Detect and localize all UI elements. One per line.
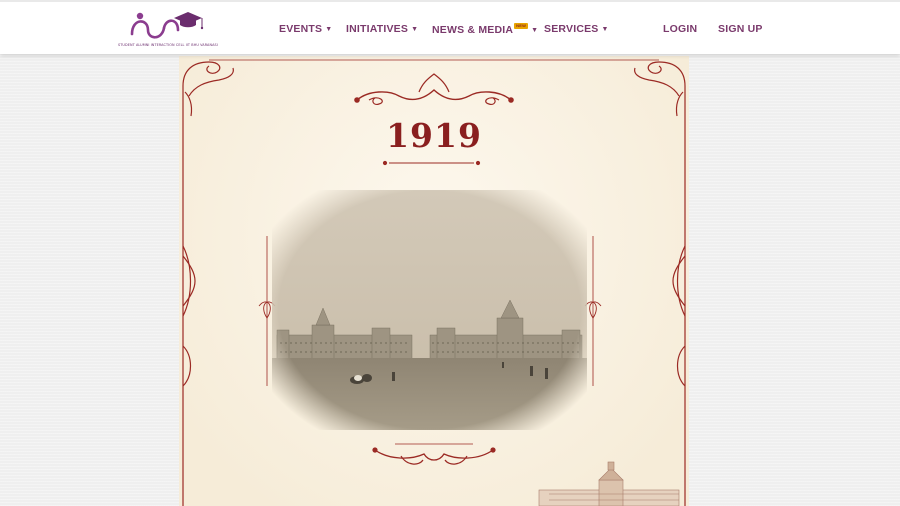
nav-services[interactable]: SERVICES ▼ bbox=[544, 23, 609, 35]
signup-link[interactable]: SIGN UP bbox=[718, 23, 763, 35]
historic-building-photo-icon bbox=[272, 190, 587, 430]
nav-news-media[interactable]: NEWS & MEDIA NEW▼ bbox=[432, 23, 538, 36]
nav-initiatives-label: INITIATIVES bbox=[346, 23, 409, 35]
alumni-graduation-cap-logo-icon bbox=[130, 12, 204, 39]
site-logo[interactable]: STUDENT ALUMNI INTERACTION CELL IIT BHU … bbox=[118, 8, 218, 52]
year-heading: 1919 bbox=[386, 116, 482, 155]
top-navbar: STUDENT ALUMNI INTERACTION CELL IIT BHU … bbox=[0, 0, 900, 54]
chevron-down-icon: ▼ bbox=[531, 27, 539, 34]
nav-services-label: SERVICES bbox=[544, 23, 599, 35]
login-link[interactable]: LOGIN bbox=[663, 23, 697, 35]
new-badge: NEW bbox=[514, 23, 529, 29]
chevron-down-icon: ▼ bbox=[325, 26, 333, 33]
nav-events[interactable]: EVENTS ▼ bbox=[279, 23, 332, 35]
logo-tagline: STUDENT ALUMNI INTERACTION CELL IIT BHU … bbox=[118, 43, 218, 47]
historic-campus-photo bbox=[272, 190, 587, 430]
history-card: 1919 bbox=[179, 56, 689, 506]
nav-initiatives[interactable]: INITIATIVES ▼ bbox=[346, 23, 418, 35]
nav-news-media-label: NEWS & MEDIA bbox=[432, 24, 514, 36]
chevron-down-icon: ▼ bbox=[411, 26, 419, 33]
nav-events-label: EVENTS bbox=[279, 23, 323, 35]
chevron-down-icon: ▼ bbox=[601, 26, 609, 33]
